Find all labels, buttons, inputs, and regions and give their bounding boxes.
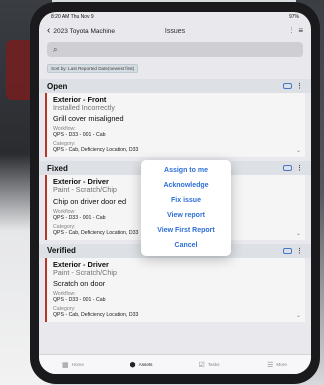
action-menu: Assign to me Acknowledge Fix issue View … [141,160,231,256]
acknowledge-button[interactable]: Acknowledge [141,178,231,193]
tab-tasks[interactable]: ☑ Tasks [175,355,243,374]
assign-to-me-button[interactable]: Assign to me [141,163,231,178]
tab-home[interactable]: ▦ Home [39,355,107,374]
cancel-button[interactable]: Cancel [141,238,231,253]
tab-label: Home [71,362,84,367]
view-first-report-button[interactable]: View First Report [141,223,231,238]
tab-bar: ▦ Home ⬢ Assets ☑ Tasks ☰ More [39,354,311,374]
view-report-button[interactable]: View report [141,208,231,223]
tab-label: Assets [138,362,153,367]
assets-icon: ⬢ [129,361,136,369]
tasks-icon: ☑ [198,361,205,369]
ipad-frame: 8:20 AM Thu Nov 9 97% ‹ 2023 Toyota Mach… [30,2,320,384]
app-screen: 8:20 AM Thu Nov 9 97% ‹ 2023 Toyota Mach… [39,12,311,374]
fix-issue-button[interactable]: Fix issue [141,193,231,208]
tab-more[interactable]: ☰ More [243,355,311,374]
home-icon: ▦ [62,361,69,369]
more-icon: ☰ [267,361,274,369]
tab-label: More [276,362,287,367]
tab-label: Tasks [207,362,220,367]
tab-assets[interactable]: ⬢ Assets [107,355,175,374]
